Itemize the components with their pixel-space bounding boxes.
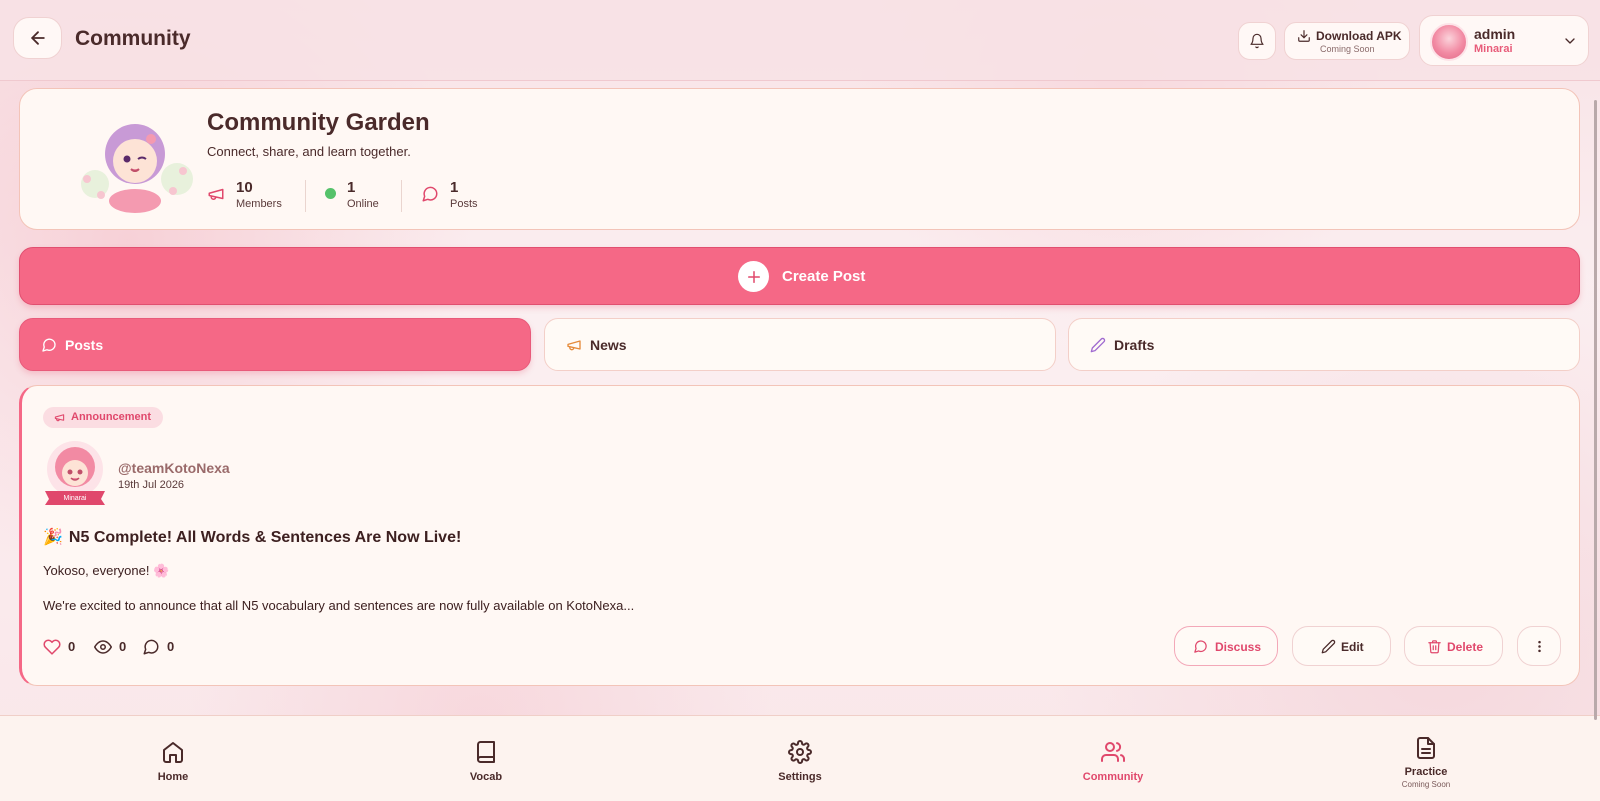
tab-label: News [590, 337, 627, 353]
discuss-button[interactable]: Discuss [1174, 626, 1278, 666]
chevron-down-icon [1565, 38, 1575, 44]
chat-bubble-icon [143, 639, 159, 655]
post-card[interactable]: Announcement Minarai @teamKotoNexa 19th … [19, 385, 1580, 686]
divider [401, 180, 402, 212]
nav-vocab[interactable]: Vocab [416, 716, 556, 801]
create-post-button[interactable]: Create Post [19, 247, 1580, 305]
page-title: Community [75, 27, 191, 50]
user-rank: Minarai [1474, 43, 1513, 55]
back-button[interactable] [13, 17, 62, 59]
nav-practice[interactable]: Practice Coming Soon [1356, 716, 1496, 801]
bottom-navigation: Home Vocab Settings Community Practice C… [0, 715, 1600, 801]
mascot-illustration [81, 124, 193, 213]
eye-icon [94, 640, 112, 654]
user-menu-button[interactable]: admin Minarai [1419, 15, 1589, 66]
tab-posts[interactable]: Posts [19, 318, 531, 371]
nav-label: Community [1082, 771, 1144, 783]
download-apk-label: Download APK [1316, 29, 1402, 43]
author-rank-ribbon: Minarai [63, 495, 87, 502]
book-icon [477, 741, 495, 763]
view-count: 0 [119, 639, 127, 654]
tab-label: Posts [65, 337, 104, 353]
nav-label: Settings [778, 771, 822, 783]
like-count: 0 [68, 639, 76, 654]
like-button[interactable]: 0 [43, 638, 83, 656]
chat-bubble-icon [42, 338, 56, 352]
author-handle[interactable]: @teamKotoNexa [118, 460, 230, 476]
edit-label: Edit [1341, 640, 1364, 654]
heart-icon [43, 639, 61, 655]
create-post-label: Create Post [782, 268, 866, 285]
download-apk-button[interactable]: Download APK Coming Soon [1284, 22, 1410, 60]
notifications-button[interactable] [1238, 22, 1276, 60]
stat-value: 1 [347, 179, 356, 196]
badge-label: Announcement [71, 411, 152, 423]
online-dot [325, 188, 336, 199]
pencil-icon [1090, 337, 1106, 353]
scrollbar[interactable] [1594, 100, 1597, 720]
community-info-card: Community Garden Connect, share, and lea… [19, 88, 1580, 230]
nav-settings[interactable]: Settings [730, 716, 870, 801]
tab-drafts[interactable]: Drafts [1068, 318, 1580, 371]
chat-bubble-icon [1194, 640, 1207, 653]
post-date: 19th Jul 2026 [118, 479, 185, 491]
plus-icon [738, 261, 769, 292]
tab-label: Drafts [1114, 337, 1155, 353]
users-icon [1101, 742, 1125, 762]
delete-label: Delete [1447, 640, 1484, 654]
nav-label: Vocab [469, 771, 503, 783]
more-vertical-icon [1538, 640, 1541, 653]
home-icon [163, 742, 183, 763]
stat-posts: 1 Posts [421, 177, 501, 213]
stat-value: 10 [236, 179, 253, 196]
comment-count: 0 [167, 639, 175, 654]
stat-label: Online [347, 198, 379, 210]
divider [305, 180, 306, 212]
post-body-line: Yokoso, everyone! 🌸 [43, 563, 170, 578]
top-header: Community Download APK Coming Soon admin… [0, 0, 1600, 81]
megaphone-icon [567, 340, 581, 351]
nav-home[interactable]: Home [103, 716, 243, 801]
stat-online: 1 Online [325, 177, 405, 213]
pencil-icon [1321, 639, 1336, 654]
megaphone-icon [208, 188, 224, 200]
nav-label: Home [157, 771, 189, 783]
stat-members: 10 Members [207, 177, 297, 213]
gear-icon [788, 740, 812, 764]
stat-label: Posts [450, 198, 478, 210]
avatar [1430, 23, 1468, 61]
bell-icon [1250, 33, 1264, 49]
author-avatar[interactable]: Minarai [43, 439, 107, 507]
trash-icon [1428, 640, 1441, 654]
stat-value: 1 [450, 179, 459, 196]
post-body-line: We're excited to announce that all N5 vo… [43, 598, 635, 613]
download-icon [1298, 30, 1310, 42]
post-title[interactable]: 🎉 N5 Complete! All Words & Sentences Are … [43, 527, 461, 547]
document-icon [1417, 737, 1435, 759]
delete-button[interactable]: Delete [1404, 626, 1503, 666]
user-name: admin [1474, 26, 1516, 42]
announcement-badge: Announcement [43, 407, 164, 428]
party-popper-icon: 🎉 [43, 529, 63, 546]
chat-bubble-icon [422, 186, 438, 202]
community-title: Community Garden [207, 109, 430, 136]
post-title-text: N5 Complete! All Words & Sentences Are N… [68, 529, 462, 546]
comments-button[interactable]: 0 [142, 638, 182, 656]
discuss-label: Discuss [1215, 640, 1262, 654]
download-apk-status: Coming Soon [1320, 44, 1375, 54]
megaphone-icon [54, 414, 65, 422]
nav-community[interactable]: Community [1043, 716, 1183, 801]
stat-label: Members [236, 198, 282, 210]
tab-news[interactable]: News [544, 318, 1056, 371]
nav-sublabel: Coming Soon [1401, 780, 1451, 789]
edit-button[interactable]: Edit [1292, 626, 1391, 666]
nav-label: Practice [1404, 766, 1448, 778]
views-metric: 0 [94, 638, 134, 656]
community-subtitle: Connect, share, and learn together. [207, 144, 411, 159]
arrow-left-icon [30, 31, 45, 45]
more-options-button[interactable] [1517, 626, 1561, 666]
